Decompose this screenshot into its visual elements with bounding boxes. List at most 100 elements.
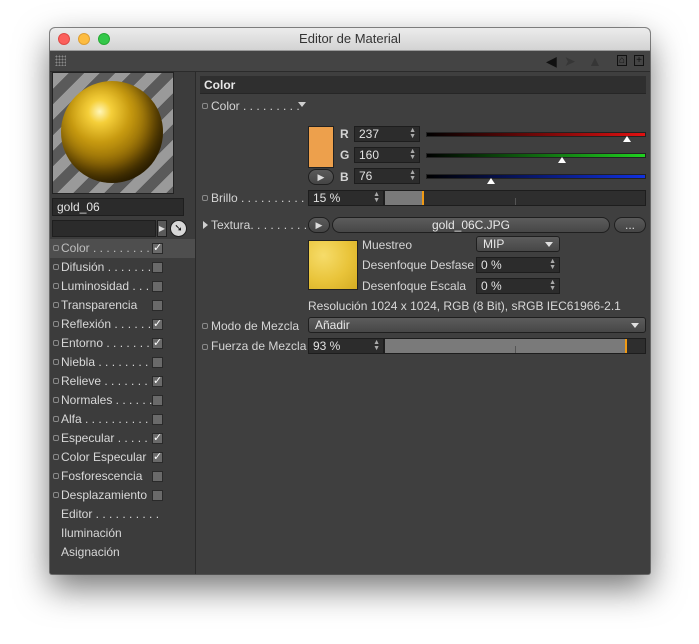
channel-item[interactable]: Asignación bbox=[50, 543, 195, 562]
brightness-slider-fill bbox=[385, 191, 424, 205]
channel-search-input[interactable] bbox=[52, 220, 156, 237]
blend-mode-dropdown[interactable]: Añadir bbox=[308, 317, 646, 333]
spin-arrows-icon[interactable]: ▲ ▼ bbox=[373, 191, 380, 204]
spin-arrows-icon[interactable]: ▲ ▼ bbox=[409, 148, 416, 161]
channel-item[interactable]: Editor . . . . . . . . . . bbox=[50, 505, 195, 524]
brightness-slider[interactable] bbox=[384, 190, 646, 206]
texture-browse-button[interactable]: ... bbox=[614, 217, 646, 233]
channel-item[interactable]: Fosforescencia bbox=[50, 467, 195, 486]
blur-offset-input[interactable]: 0 % ▲ ▼ bbox=[476, 257, 560, 273]
b-channel-label: B bbox=[340, 170, 349, 184]
new-window-icon[interactable]: + bbox=[634, 55, 644, 66]
g-channel-label: G bbox=[340, 148, 350, 162]
channel-checkbox[interactable] bbox=[152, 414, 163, 425]
spin-arrows-icon[interactable]: ▲ ▼ bbox=[409, 127, 416, 140]
texture-expand-icon[interactable] bbox=[203, 221, 208, 229]
channel-label: Transparencia bbox=[61, 298, 138, 312]
search-menu-arrow-icon[interactable]: ▶ bbox=[157, 220, 167, 237]
b-value: 76 bbox=[359, 169, 373, 183]
channel-checkbox[interactable]: ✓ bbox=[152, 433, 163, 444]
r-slider[interactable] bbox=[426, 132, 646, 137]
channel-item[interactable]: Especular . . . . . . ✓ bbox=[50, 429, 195, 448]
material-name-field[interactable]: gold_06 bbox=[52, 198, 184, 216]
blend-strength-input[interactable]: 93 % ▲ ▼ bbox=[308, 338, 384, 354]
b-slider-thumb[interactable] bbox=[486, 178, 495, 184]
r-slider-thumb[interactable] bbox=[622, 136, 631, 142]
channel-item[interactable]: Transparencia bbox=[50, 296, 195, 315]
channel-checkbox[interactable]: ✓ bbox=[152, 452, 163, 463]
blend-strength-slider[interactable] bbox=[384, 338, 646, 354]
channel-item[interactable]: Iluminación bbox=[50, 524, 195, 543]
minimize-button[interactable] bbox=[78, 33, 90, 45]
r-value-input[interactable]: 237 ▲ ▼ bbox=[354, 126, 420, 142]
spin-arrows-icon[interactable]: ▲ ▼ bbox=[549, 258, 556, 271]
color-options-button[interactable]: ▶ bbox=[308, 169, 334, 185]
spin-arrows-icon[interactable]: ▲ ▼ bbox=[549, 279, 556, 292]
sampling-dropdown[interactable]: MIP bbox=[476, 236, 560, 252]
channel-item[interactable]: Entorno . . . . . . . ✓ bbox=[50, 334, 195, 353]
blur-scale-input[interactable]: 0 % ▲ ▼ bbox=[476, 278, 560, 294]
brightness-param-bullet[interactable] bbox=[202, 195, 208, 201]
channel-checkbox[interactable] bbox=[152, 357, 163, 368]
material-preview[interactable] bbox=[52, 72, 174, 194]
channel-label: Relieve . . . . . . . . bbox=[61, 374, 155, 388]
arrow-left-icon[interactable]: ◀ bbox=[546, 53, 557, 69]
blend-strength-param-bullet[interactable] bbox=[202, 344, 208, 350]
texture-file-field[interactable]: gold_06C.JPG bbox=[332, 217, 610, 233]
color-swatch[interactable] bbox=[308, 126, 334, 168]
channel-item[interactable]: Desplazamiento bbox=[50, 486, 195, 505]
brightness-slider-handle[interactable] bbox=[422, 191, 424, 205]
b-slider[interactable] bbox=[426, 174, 646, 179]
channel-checkbox[interactable]: ✓ bbox=[152, 376, 163, 387]
channel-item[interactable]: Reflexión . . . . . . ✓ bbox=[50, 315, 195, 334]
channel-item[interactable]: Normales . . . . . . bbox=[50, 391, 195, 410]
color-param-bullet[interactable] bbox=[202, 103, 208, 109]
channel-checkbox[interactable] bbox=[152, 262, 163, 273]
channel-label: Iluminación bbox=[61, 526, 122, 540]
channel-bullet bbox=[53, 492, 59, 498]
lock-icon[interactable]: ⌂ bbox=[617, 55, 627, 66]
channel-checkbox[interactable]: ✓ bbox=[152, 243, 163, 254]
blur-offset-value: 0 % bbox=[481, 258, 502, 272]
preview-sphere bbox=[61, 81, 163, 183]
channel-label: Difusión . . . . . . . bbox=[61, 260, 152, 274]
b-value-input[interactable]: 76 ▲ ▼ bbox=[354, 168, 420, 184]
zoom-button[interactable] bbox=[98, 33, 110, 45]
channel-checkbox[interactable] bbox=[152, 281, 163, 292]
window-title: Editor de Material bbox=[299, 31, 401, 46]
channel-checkbox[interactable] bbox=[152, 395, 163, 406]
arrow-up-icon[interactable]: ▲ bbox=[588, 53, 602, 69]
channel-checkbox[interactable]: ✓ bbox=[152, 338, 163, 349]
channel-item[interactable]: Color . . . . . . . . . ✓ bbox=[50, 239, 195, 258]
channel-item[interactable]: Relieve . . . . . . . . ✓ bbox=[50, 372, 195, 391]
channel-item[interactable]: Color Especular ✓ bbox=[50, 448, 195, 467]
close-button[interactable] bbox=[58, 33, 70, 45]
channel-checkbox[interactable] bbox=[152, 471, 163, 482]
arrow-right-icon[interactable]: ➤ bbox=[564, 53, 576, 69]
brightness-value: 15 % bbox=[313, 191, 341, 205]
cursor-icon[interactable]: ➘ bbox=[170, 220, 187, 237]
texture-menu-button[interactable]: ▶ bbox=[308, 217, 330, 233]
color-mode-menu-icon[interactable] bbox=[298, 102, 306, 107]
blend-mode-param-bullet[interactable] bbox=[202, 323, 208, 329]
g-slider-thumb[interactable] bbox=[558, 157, 567, 163]
g-value-input[interactable]: 160 ▲ ▼ bbox=[354, 147, 420, 163]
brightness-input[interactable]: 15 % ▲ ▼ bbox=[308, 190, 384, 206]
channel-checkbox[interactable] bbox=[152, 490, 163, 501]
channel-checkbox[interactable] bbox=[152, 300, 163, 311]
channel-item[interactable]: Alfa . . . . . . . . . . . . bbox=[50, 410, 195, 429]
channel-bullet bbox=[53, 321, 59, 327]
spin-arrows-icon[interactable]: ▲ ▼ bbox=[409, 169, 416, 182]
g-slider[interactable] bbox=[426, 153, 646, 158]
title-bar[interactable]: Editor de Material bbox=[50, 28, 650, 51]
r-channel-label: R bbox=[340, 127, 349, 141]
blend-strength-slider-handle[interactable] bbox=[624, 339, 627, 353]
texture-thumbnail[interactable] bbox=[308, 240, 358, 290]
channel-item[interactable]: Niebla . . . . . . . . . bbox=[50, 353, 195, 372]
grip-icon[interactable] bbox=[55, 55, 66, 66]
spin-arrows-icon[interactable]: ▲ ▼ bbox=[373, 339, 380, 352]
channel-item[interactable]: Luminosidad . . . . bbox=[50, 277, 195, 296]
attributes-panel: Color Color . . . . . . . . . R 237 ▲ ▼ G … bbox=[196, 72, 650, 574]
channel-checkbox[interactable]: ✓ bbox=[152, 319, 163, 330]
channel-item[interactable]: Difusión . . . . . . . bbox=[50, 258, 195, 277]
